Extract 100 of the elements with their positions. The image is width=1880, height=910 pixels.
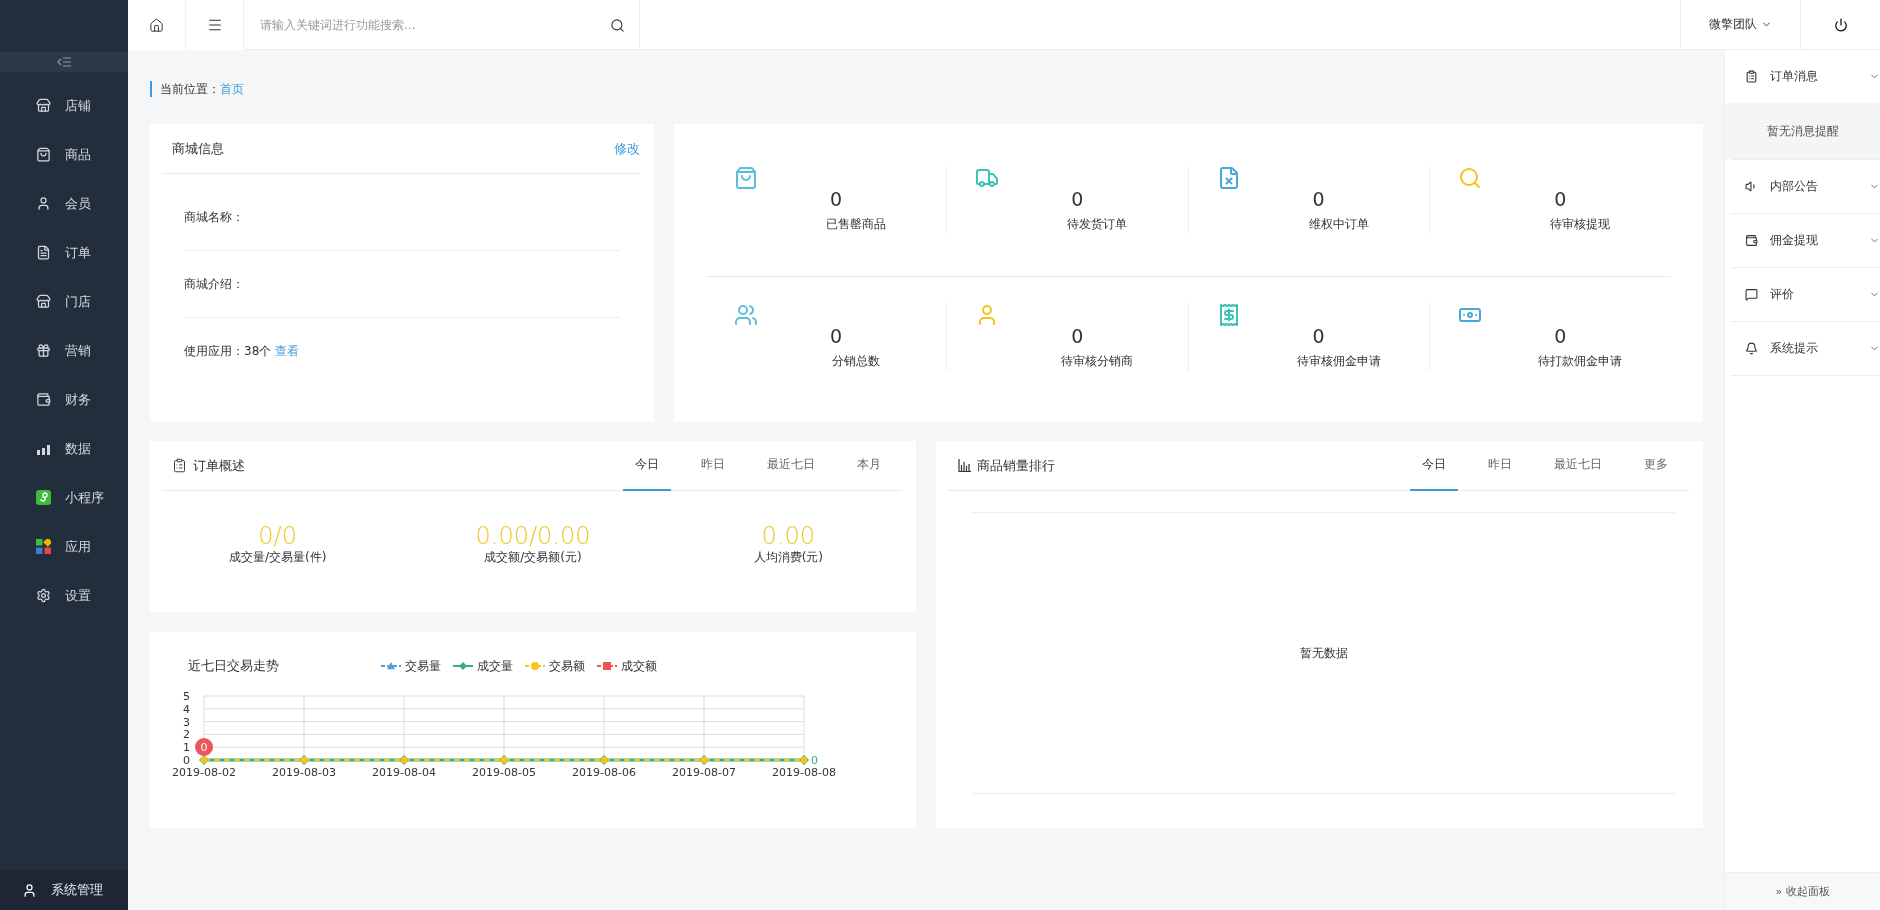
collapse-panel-button[interactable]: » 收起面板 xyxy=(1725,872,1880,910)
breadcrumb-label: 当前位置： xyxy=(160,80,220,98)
metric-value: 0.00 xyxy=(761,523,816,549)
y-tick-label: 0 xyxy=(183,754,190,767)
stat-label: 待审核分销商 xyxy=(1061,353,1134,370)
y-tick-label: 5 xyxy=(183,690,190,703)
legend-marker-icon xyxy=(381,661,401,671)
stat-value: 0 xyxy=(1554,327,1567,345)
y-tick-label: 3 xyxy=(183,715,190,729)
wallet-icon xyxy=(1745,234,1758,247)
wallet-icon xyxy=(36,392,51,407)
sidebar-item[interactable]: 订单 xyxy=(0,228,128,277)
tab[interactable]: 最近七日 xyxy=(1542,440,1614,491)
stat-label: 待审核提现 xyxy=(1550,216,1611,233)
sidebar-item[interactable]: 小程序 xyxy=(0,473,128,522)
stat-value: 0 xyxy=(1312,190,1325,208)
sidebar-label: 营销 xyxy=(65,341,91,360)
legend-marker-icon xyxy=(597,661,617,671)
bar-chart-icon xyxy=(958,459,971,472)
collapse-icon xyxy=(57,57,71,67)
sidebar-label: 门店 xyxy=(65,292,91,311)
sidebar-label: 会员 xyxy=(65,194,91,213)
search-field[interactable]: 请输入关键词进行功能搜索... xyxy=(258,17,610,33)
menu-button[interactable] xyxy=(186,0,244,50)
card-title: 商城信息 xyxy=(172,139,224,158)
store-icon xyxy=(36,98,51,113)
stat-label: 维权中订单 xyxy=(1308,216,1369,233)
field-label: 商城介绍： xyxy=(184,275,244,293)
home-button[interactable] xyxy=(128,0,186,50)
metric-label: 人均消费(元) xyxy=(753,549,823,566)
collapse-button[interactable] xyxy=(0,52,128,72)
field-label: 使用应用：38个 xyxy=(184,343,272,360)
stat-value: 0 xyxy=(830,327,843,345)
sidebar-item[interactable]: 设置 xyxy=(0,571,128,620)
legend-label[interactable]: 成交额 xyxy=(621,657,657,675)
sidebar-label: 系统管理 xyxy=(51,881,103,899)
sidebar-item[interactable]: 商品 xyxy=(0,130,128,179)
tab[interactable]: 更多 xyxy=(1632,440,1680,491)
stat-value: 0 xyxy=(1071,327,1084,345)
comment-icon xyxy=(1745,288,1758,301)
home-icon xyxy=(149,17,164,33)
stat-value: 0 xyxy=(1312,327,1325,345)
sidebar-label: 小程序 xyxy=(65,488,104,507)
y-tick-label: 4 xyxy=(183,702,190,716)
app-grid-icon xyxy=(36,539,51,554)
value-pin: 0 xyxy=(195,738,213,756)
sidebar-item[interactable]: 财务 xyxy=(0,375,128,424)
legend-marker-icon xyxy=(453,661,473,671)
speaker-icon xyxy=(1745,180,1758,193)
legend-marker-icon xyxy=(525,661,545,671)
tab[interactable]: 今日 xyxy=(1410,440,1458,491)
clipboard-icon xyxy=(172,458,187,473)
panel-message: 暂无消息提醒 xyxy=(1725,103,1880,159)
field-label: 商城名称： xyxy=(184,208,244,226)
user-icon xyxy=(22,882,37,898)
y-tick-label: 2 xyxy=(183,728,190,742)
x-tick-label: 2019-08-08 xyxy=(772,766,836,779)
sidebar-label: 财务 xyxy=(65,390,91,409)
settings-icon xyxy=(36,588,51,603)
search-icon xyxy=(610,17,625,33)
sidebar-item[interactable]: 会员 xyxy=(0,179,128,228)
sidebar-item[interactable]: 数据 xyxy=(0,424,128,473)
card-title: 商品销量排行 xyxy=(977,456,1055,475)
sidebar-footer[interactable]: 系统管理 xyxy=(0,870,128,910)
stat-label: 待审核佣金申请 xyxy=(1296,353,1381,370)
stat-label: 分销总数 xyxy=(832,353,881,370)
power-icon xyxy=(1833,17,1848,32)
sidebar-label: 商品 xyxy=(65,145,91,164)
gift-icon xyxy=(36,343,51,358)
tab[interactable]: 昨日 xyxy=(1476,440,1524,491)
sidebar-label: 数据 xyxy=(65,439,91,458)
shop-icon xyxy=(36,294,51,309)
sidebar-label: 店铺 xyxy=(65,96,91,115)
stat-value: 0 xyxy=(830,190,843,208)
empty-message: 暂无数据 xyxy=(1299,644,1348,662)
tab[interactable]: 最近七日 xyxy=(755,440,827,491)
sidebar-item[interactable]: 店铺 xyxy=(0,81,128,130)
metric-value: 0.00/0.00 xyxy=(475,523,591,549)
document-icon xyxy=(36,245,51,260)
mini-program-icon xyxy=(36,490,51,505)
sidebar-label: 应用 xyxy=(65,537,91,556)
stat-label: 已售罄商品 xyxy=(826,216,887,233)
x-tick-label: 2019-08-02 xyxy=(172,766,236,779)
metric-label: 成交额/交易额(元) xyxy=(484,549,582,566)
sidebar-item[interactable]: 营销 xyxy=(0,326,128,375)
card-title: 订单概述 xyxy=(193,456,245,475)
sidebar-label: 订单 xyxy=(65,243,91,262)
tab[interactable]: 本月 xyxy=(845,440,893,491)
x-tick-label: 2019-08-05 xyxy=(472,766,536,779)
legend-label[interactable]: 成交量 xyxy=(477,657,513,675)
tab[interactable]: 昨日 xyxy=(689,440,737,491)
tab[interactable]: 今日 xyxy=(623,440,671,491)
x-tick-label: 2019-08-04 xyxy=(372,766,436,779)
stat-label: 待发货订单 xyxy=(1067,216,1128,233)
legend-label[interactable]: 交易额 xyxy=(549,657,585,675)
stat-label: 待打款佣金申请 xyxy=(1538,353,1623,370)
sidebar-item[interactable]: 门店 xyxy=(0,277,128,326)
metric-value: 0/0 xyxy=(258,523,297,549)
sidebar-item[interactable]: 应用 xyxy=(0,522,128,571)
legend-label[interactable]: 交易量 xyxy=(405,657,441,675)
